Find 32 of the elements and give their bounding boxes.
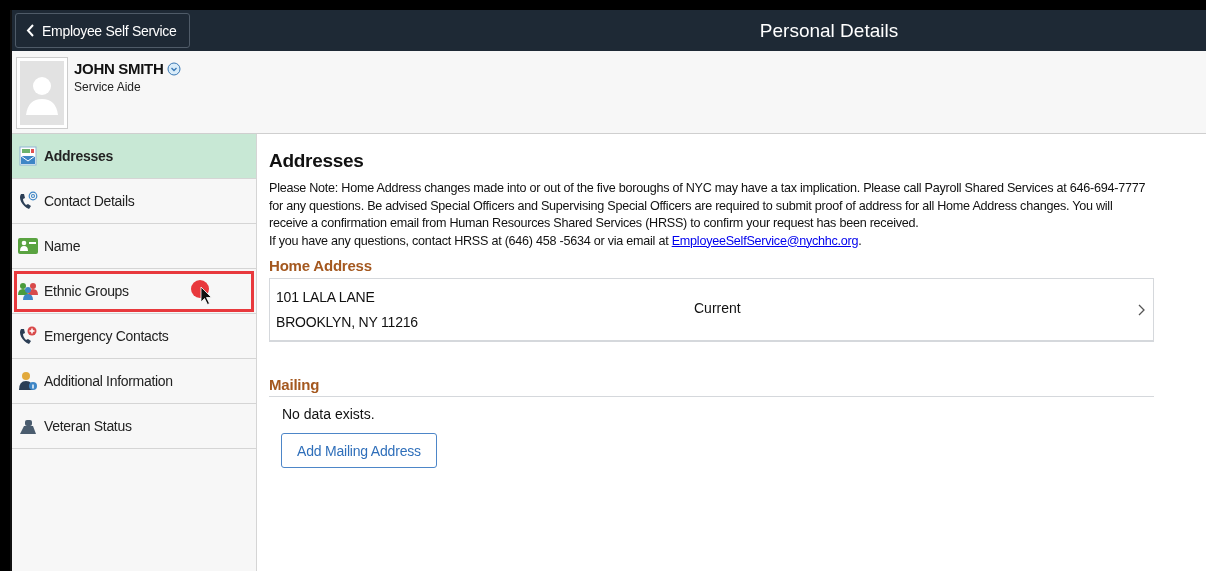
address-status: Current xyxy=(694,300,741,316)
people-icon xyxy=(18,282,38,300)
contact-text: If you have any questions, contact HRSS at (646) 458 -5634 or via email at EmployeeSelfService@nychhc.org. xyxy=(269,232,863,250)
sidebar-item[interactable]: Veteran Status xyxy=(12,404,256,449)
add-mailing-address-button[interactable]: Add Mailing Address xyxy=(281,433,437,468)
home-address-heading: Home Address xyxy=(269,257,373,274)
person-info-icon xyxy=(18,371,38,391)
chevron-right-icon xyxy=(1138,304,1145,316)
back-button[interactable]: Employee Self Service xyxy=(15,13,190,48)
avatar-icon xyxy=(20,61,64,125)
sidebar-item[interactable]: Name xyxy=(12,224,256,269)
dropdown-icon[interactable] xyxy=(166,61,181,76)
job-title: Service Aide xyxy=(74,80,142,94)
sidebar-item[interactable]: Contact Details xyxy=(12,179,256,224)
mailing-heading: Mailing xyxy=(269,376,1154,397)
cursor-icon xyxy=(190,279,214,305)
chevron-left-icon xyxy=(26,24,34,37)
phone-plus-icon xyxy=(18,326,38,346)
sidebar-item[interactable]: Ethnic Groups xyxy=(12,269,256,314)
id-card-icon xyxy=(18,237,38,255)
section-title: Addresses xyxy=(269,150,365,172)
page-title: Personal Details xyxy=(759,19,899,41)
address-line: 101 LALA LANE xyxy=(276,288,376,307)
sidebar-item[interactable]: Emergency Contacts xyxy=(12,314,256,359)
address-card-icon xyxy=(18,146,38,166)
address-line: BROOKLYN, NY 11216 xyxy=(276,313,419,332)
empty-message: No data exists. xyxy=(282,406,376,422)
sidebar-item[interactable]: Additional Information xyxy=(12,359,256,404)
address-card[interactable]: 101 LALA LANE BROOKLYN, NY 11216 Current xyxy=(269,278,1154,342)
sidebar-item[interactable]: Addresses xyxy=(12,134,256,179)
notice-text: Please Note: Home Address changes made into or out of the five boroughs of NYC may have a tax implication. Please call Payroll Shared Services at 646-694-7777 for any questions. Be advised Special Officers and Supervising Special Officers are required to submit proof of address for all Home Address changes. You will receive a confirmation email from Human Resources Shared Services (HRSS) to confirm your request has been received. xyxy=(269,180,1147,232)
employee-name: JOHN SMITH xyxy=(74,60,164,77)
